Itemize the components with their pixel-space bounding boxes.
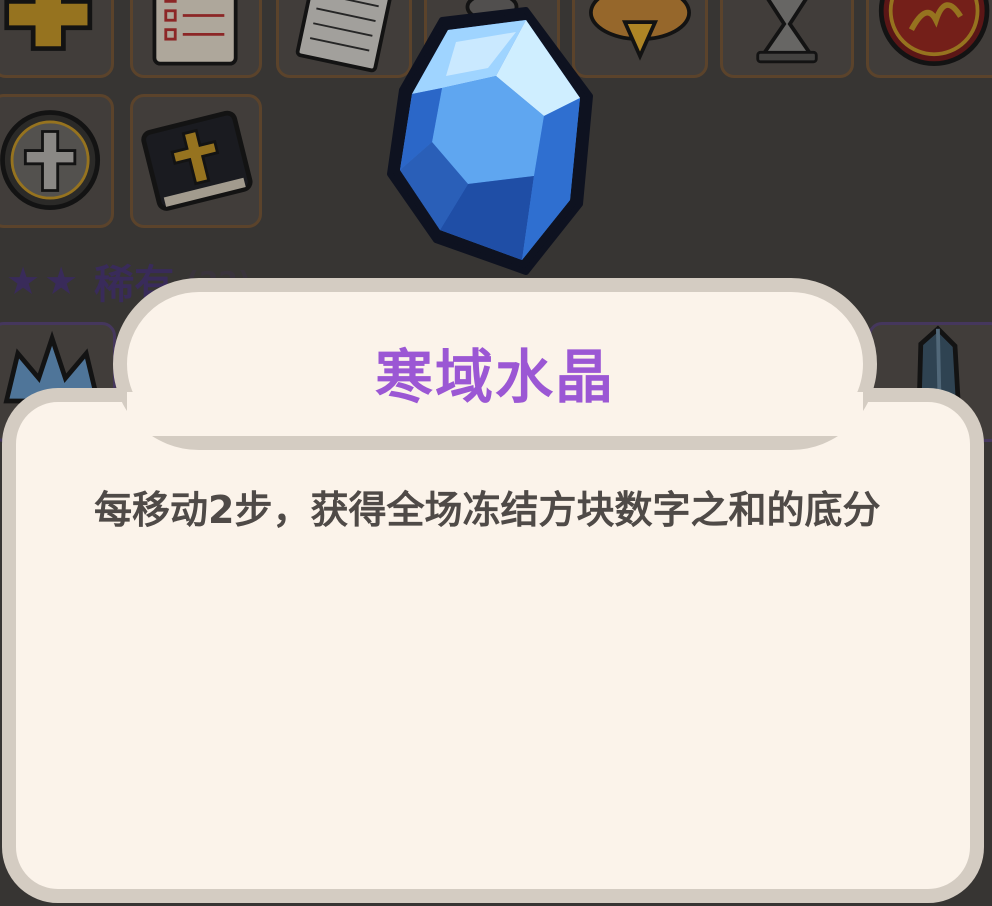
item-detail-panel [2, 388, 984, 903]
ice-crystal-gem-icon [387, 7, 593, 275]
item-description: 每移动2步，获得全场冻结方块数字之和的底分 [94, 488, 881, 532]
item-title: 寒域水晶 [374, 343, 615, 411]
